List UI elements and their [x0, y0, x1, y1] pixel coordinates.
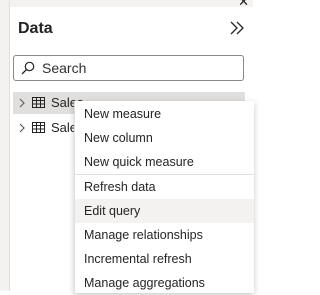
table-icon: [32, 97, 45, 108]
chevron-right-icon[interactable]: [18, 123, 26, 133]
search-box[interactable]: [13, 55, 244, 81]
menu-item-refresh-data[interactable]: Refresh data: [75, 175, 254, 199]
menu-item-incremental-refresh[interactable]: Incremental refresh: [75, 247, 254, 271]
chevron-right-icon[interactable]: [18, 98, 26, 108]
top-strip: ✕: [0, 0, 253, 10]
collapse-pane-icon[interactable]: [229, 19, 245, 37]
menu-item-manage-relationships[interactable]: Manage relationships: [75, 223, 254, 247]
table-icon: [32, 122, 45, 133]
search-icon: [21, 61, 35, 75]
left-gutter: [0, 0, 10, 291]
menu-item-new-quick-measure[interactable]: New quick measure: [75, 150, 254, 174]
menu-item-new-measure[interactable]: New measure: [75, 102, 254, 126]
context-menu: New measure New column New quick measure…: [74, 101, 254, 293]
menu-item-manage-aggregations[interactable]: Manage aggregations: [75, 271, 254, 295]
pane-title: Data: [18, 20, 53, 37]
close-icon[interactable]: ✕: [238, 0, 249, 10]
menu-item-edit-query[interactable]: Edit query: [75, 199, 254, 223]
search-input[interactable]: [42, 58, 232, 78]
menu-item-new-column[interactable]: New column: [75, 126, 254, 150]
